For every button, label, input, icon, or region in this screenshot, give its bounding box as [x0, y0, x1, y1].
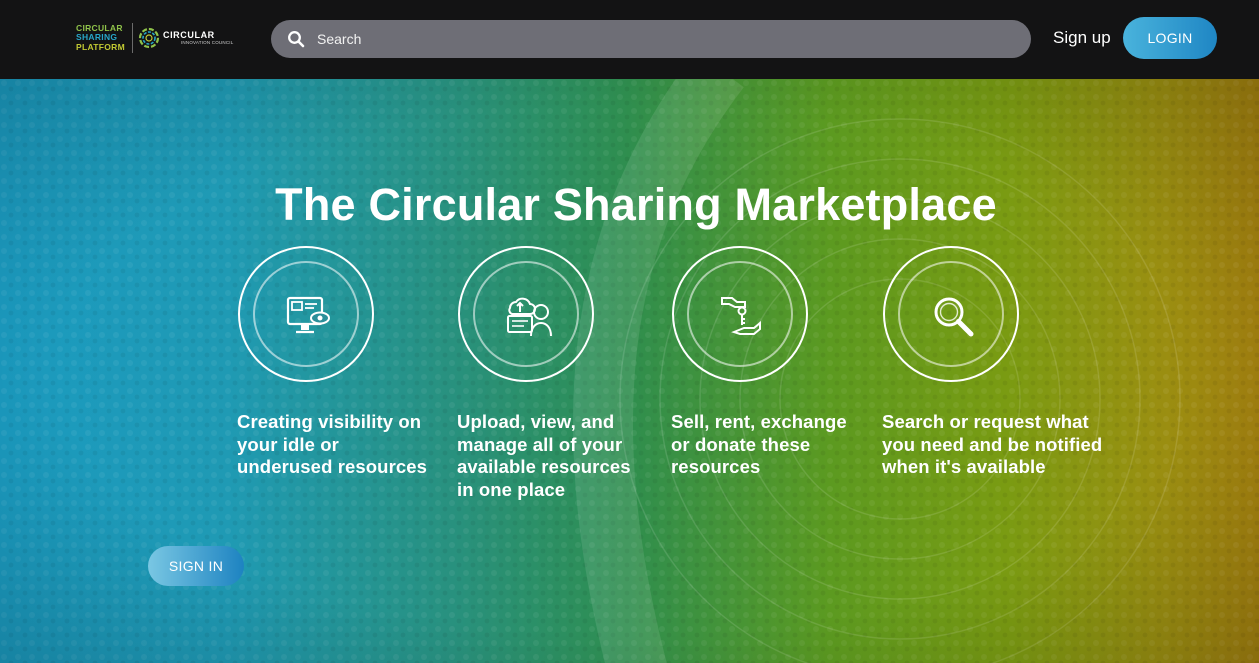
hand-key-icon	[721, 297, 761, 335]
logo-divider	[131, 23, 133, 53]
partner-logo: CIRCULAR INNOVATION COUNCIL	[138, 27, 233, 49]
top-navigation-bar: CIRCULAR SHARING PLATFORM CIRCULAR INNOV…	[0, 0, 1259, 79]
feature-text-exchange: Sell, rent, exchange or donate these res…	[671, 411, 847, 477]
site-logo[interactable]: CIRCULAR SHARING PLATFORM CIRCULAR INNOV…	[76, 22, 233, 54]
circular-ring-icon	[138, 27, 160, 49]
search-input[interactable]	[315, 30, 999, 48]
monitor-eye-icon	[286, 296, 330, 334]
logo-word-platform: PLATFORM	[76, 41, 125, 52]
search-icon	[288, 31, 305, 48]
feature-circle-visibility	[238, 246, 374, 382]
feature-circle-search	[883, 246, 1019, 382]
partner-logo-subtitle: INNOVATION COUNCIL	[180, 40, 234, 45]
feature-text-search: Search or request what you need and be n…	[882, 411, 1103, 477]
hero-title: The Circular Sharing Marketplace	[275, 179, 997, 231]
partner-logo-title: CIRCULAR	[162, 30, 215, 40]
magnifier-icon	[934, 297, 974, 337]
search-bar[interactable]	[271, 20, 1031, 58]
logo-wordmark: CIRCULAR SHARING PLATFORM	[76, 23, 125, 53]
signup-link[interactable]: Sign up	[1053, 28, 1111, 48]
feature-circle-manage	[458, 246, 594, 382]
feature-circle-exchange	[672, 246, 808, 382]
feature-text-manage: Upload, view, and manage all of your ava…	[457, 411, 631, 500]
hero-section: The Circular Sharing Marketplace Creatin…	[0, 79, 1259, 663]
signin-button[interactable]: SIGN IN	[148, 546, 244, 586]
login-button[interactable]: LOGIN	[1123, 17, 1217, 59]
feature-text-visibility: Creating visibility on your idle or unde…	[237, 411, 428, 477]
user-upload-icon	[507, 297, 552, 337]
